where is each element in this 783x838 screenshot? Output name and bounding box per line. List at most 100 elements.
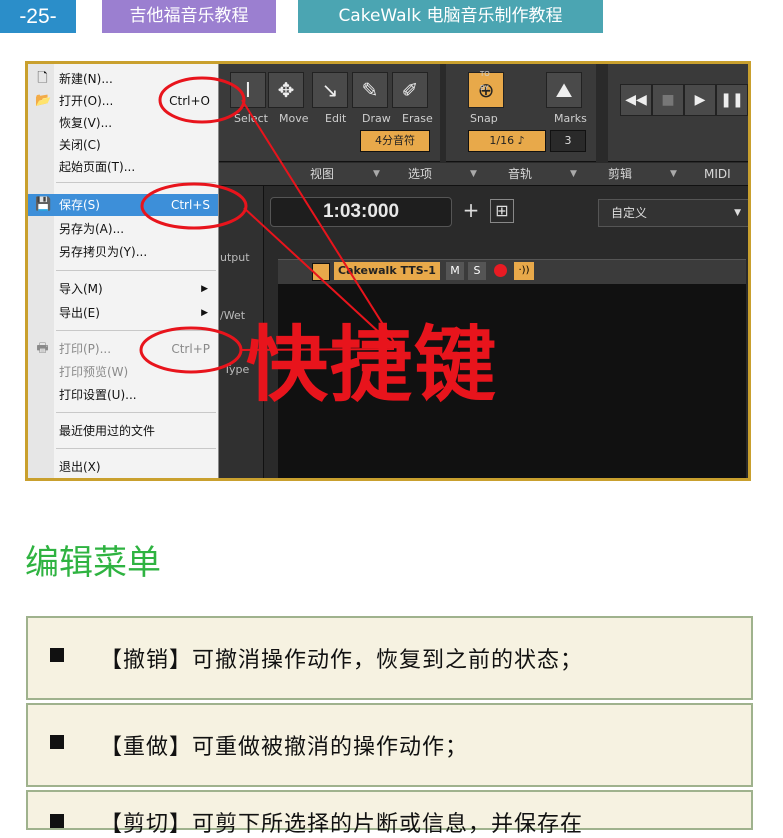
by-label: BY <box>480 84 489 92</box>
record-arm-icon[interactable] <box>494 264 507 277</box>
list-item: 【重做】可重做被撤消的操作动作； <box>26 703 753 787</box>
menu-item-label: 打开(O)... <box>59 94 114 108</box>
solo-button[interactable]: S <box>468 262 486 280</box>
menu-item-save-as[interactable]: 另存为(A)... <box>28 218 218 240</box>
track-view-icon[interactable]: ⊞ <box>490 199 514 223</box>
list-item-text: 【重做】可重做被撤消的操作动作； <box>100 735 469 760</box>
draw-tool-icon[interactable]: ✎ <box>352 72 388 108</box>
chevron-down-icon: ▼ <box>670 169 677 179</box>
chevron-down-icon: ▼ <box>373 169 380 179</box>
menu-item-label: 起始页面(T)... <box>59 160 136 174</box>
menu-item-shortcut: Ctrl+P <box>171 342 210 356</box>
edit-tool-icon[interactable]: ↘ <box>312 72 348 108</box>
rewind-icon[interactable]: ◀◀ <box>620 84 652 116</box>
menu-item-exit[interactable]: 退出(X) <box>28 456 218 478</box>
tools-module: I ✥ ↘ ✎ ✐ Select Move Edit Draw Erase 4分… <box>218 64 440 162</box>
menu-separator <box>56 182 216 183</box>
menu-item-import[interactable]: 导入(M) ▶ <box>28 278 218 300</box>
menu-item-revert[interactable]: 恢复(V)... <box>28 112 218 134</box>
chevron-down-icon: ▼ <box>734 208 741 218</box>
input-echo-icon[interactable]: ·)) <box>514 262 534 280</box>
bullet-square-icon <box>50 735 64 749</box>
tool-label-move: Move <box>279 112 309 125</box>
snap-value-select[interactable]: 1/16 ♪ <box>468 130 546 152</box>
menu-item-shortcut: Ctrl+O <box>169 94 210 108</box>
bullet-square-icon <box>50 814 64 828</box>
menu-item-new[interactable]: 🗋 新建(N)... <box>28 68 218 90</box>
menu-separator <box>56 330 216 331</box>
menu-item-label: 打印(P)... <box>59 342 112 356</box>
snap-label: Snap <box>470 112 498 125</box>
list-item-text: 【撤销】可撤消操作动作，恢复到之前的状态； <box>100 648 584 673</box>
tool-label-edit: Edit <box>325 112 347 125</box>
transport-module: ◀◀ ■ ▶ ❚❚ <box>608 64 748 162</box>
menu-item-close[interactable]: 关闭(C) <box>28 134 218 156</box>
menu-separator <box>56 448 216 449</box>
course-tag-cakewalk: CakeWalk 电脑音乐制作教程 <box>298 0 603 33</box>
wet-label: /Wet <box>220 309 246 322</box>
list-item-text: 【剪切】可剪下所选择的片断或信息，并保存在 <box>100 812 584 837</box>
menu-item-label: 导出(E) <box>59 306 100 320</box>
menu-clips[interactable]: 剪辑 <box>608 163 632 185</box>
marks-icon[interactable]: ⛰ <box>546 72 582 108</box>
snap-number[interactable]: 3 <box>550 130 586 152</box>
snap-value: 1/16 <box>489 134 515 147</box>
cakewalk-screenshot: I ✥ ↘ ✎ ✐ Select Move Edit Draw Erase 4分… <box>25 61 751 481</box>
menu-item-label: 另存拷贝为(Y)... <box>59 245 148 259</box>
note-value-select[interactable]: 4分音符 <box>360 130 430 152</box>
menu-options[interactable]: 选项 <box>408 163 432 185</box>
tool-label-erase: Erase <box>402 112 433 125</box>
file-menu: 🗋 新建(N)... 📂 打开(O)... Ctrl+O 恢复(V)... 关闭(C)… <box>28 64 219 478</box>
now-time-display[interactable]: 1:03:000 <box>270 197 452 227</box>
stop-icon[interactable]: ■ <box>652 84 684 116</box>
menu-item-shortcut: Ctrl+S <box>170 198 210 212</box>
menu-item-label: 新建(N)... <box>59 72 113 86</box>
menu-item-label: 打印设置(U)... <box>59 388 137 402</box>
submenu-arrow-icon: ▶ <box>201 308 208 318</box>
menu-item-save[interactable]: 💾 保存(S) Ctrl+S <box>28 194 218 216</box>
track-name[interactable]: Cakewalk TTS-1 <box>334 262 440 280</box>
play-icon[interactable]: ▶ <box>684 84 716 116</box>
move-tool-icon[interactable]: ✥ <box>268 72 304 108</box>
erase-tool-icon[interactable]: ✐ <box>392 72 428 108</box>
output-label: utput <box>220 251 250 264</box>
menu-view[interactable]: 视图 <box>310 163 334 185</box>
course-tag-guitar: 吉他福音乐教程 <box>102 0 276 33</box>
menu-separator <box>56 270 216 271</box>
menu-item-label: 恢复(V)... <box>59 116 113 130</box>
menu-separator <box>56 412 216 413</box>
chevron-down-icon: ▼ <box>570 169 577 179</box>
preset-select[interactable]: 自定义 ▼ <box>598 199 748 227</box>
menu-item-print-setup[interactable]: 打印设置(U)... <box>28 384 218 406</box>
select-tool-icon[interactable]: I <box>230 72 266 108</box>
menu-item-label: 最近使用过的文件 <box>59 424 156 438</box>
menu-item-open[interactable]: 📂 打开(O)... Ctrl+O <box>28 90 218 112</box>
to-label: TO <box>480 70 490 78</box>
pause-icon[interactable]: ❚❚ <box>716 84 748 116</box>
add-track-icon[interactable]: + <box>460 199 482 221</box>
new-document-icon: 🗋 <box>37 71 48 86</box>
tool-label-select: Select <box>234 112 268 125</box>
menu-item-print[interactable]: 🖶 打印(P)... Ctrl+P <box>28 338 218 360</box>
menu-item-label: 导入(M) <box>59 282 103 296</box>
menu-item-start-page[interactable]: 起始页面(T)... <box>28 156 218 178</box>
printer-icon: 🖶 <box>36 341 49 356</box>
menu-item-print-preview[interactable]: 打印预览(W) <box>28 361 218 383</box>
menu-item-recent-files[interactable]: 最近使用过的文件 <box>28 420 218 442</box>
bullet-square-icon <box>50 648 64 662</box>
menu-item-export[interactable]: 导出(E) ▶ <box>28 302 218 324</box>
menu-tracks[interactable]: 音轨 <box>508 163 532 185</box>
snap-module: ⊕ TO BY ⛰ Snap Marks 1/16 ♪ 3 <box>446 64 596 162</box>
menu-item-save-copy-as[interactable]: 另存拷贝为(Y)... <box>28 241 218 263</box>
menu-item-label: 关闭(C) <box>59 138 101 152</box>
menu-item-label: 保存(S) <box>59 198 100 212</box>
menu-midi[interactable]: MIDI <box>704 163 731 185</box>
save-disk-icon: 💾 <box>35 197 52 212</box>
menu-item-label: 打印预览(W) <box>59 365 129 379</box>
marks-label: Marks <box>554 112 587 125</box>
menu-item-label: 另存为(A)... <box>59 222 125 236</box>
menu-item-label: 退出(X) <box>59 460 101 474</box>
mute-button[interactable]: M <box>446 262 464 280</box>
shortcut-annotation: 快捷键 <box>246 318 499 413</box>
list-item: 【撤销】可撤消操作动作，恢复到之前的状态； <box>26 616 753 700</box>
